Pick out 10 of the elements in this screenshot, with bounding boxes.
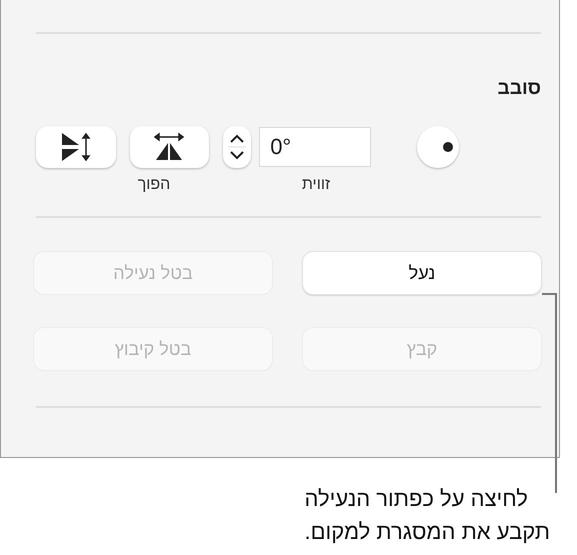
flip-vertical-button[interactable] [36, 126, 116, 168]
callout-text: לחיצה על כפתור הנעילה תקבע את המסגרת למקום. [304, 485, 550, 546]
flip-label: הפוך [136, 176, 172, 195]
angle-field[interactable]: 0° [259, 127, 372, 167]
section-title: סובב [496, 78, 541, 100]
stepper-icon[interactable] [223, 126, 252, 168]
angle-label: זווית [300, 176, 332, 195]
flip-horizontal-button[interactable] [130, 126, 210, 168]
rotation-dial[interactable] [417, 126, 459, 168]
action-button[interactable]: נעל [303, 252, 541, 294]
